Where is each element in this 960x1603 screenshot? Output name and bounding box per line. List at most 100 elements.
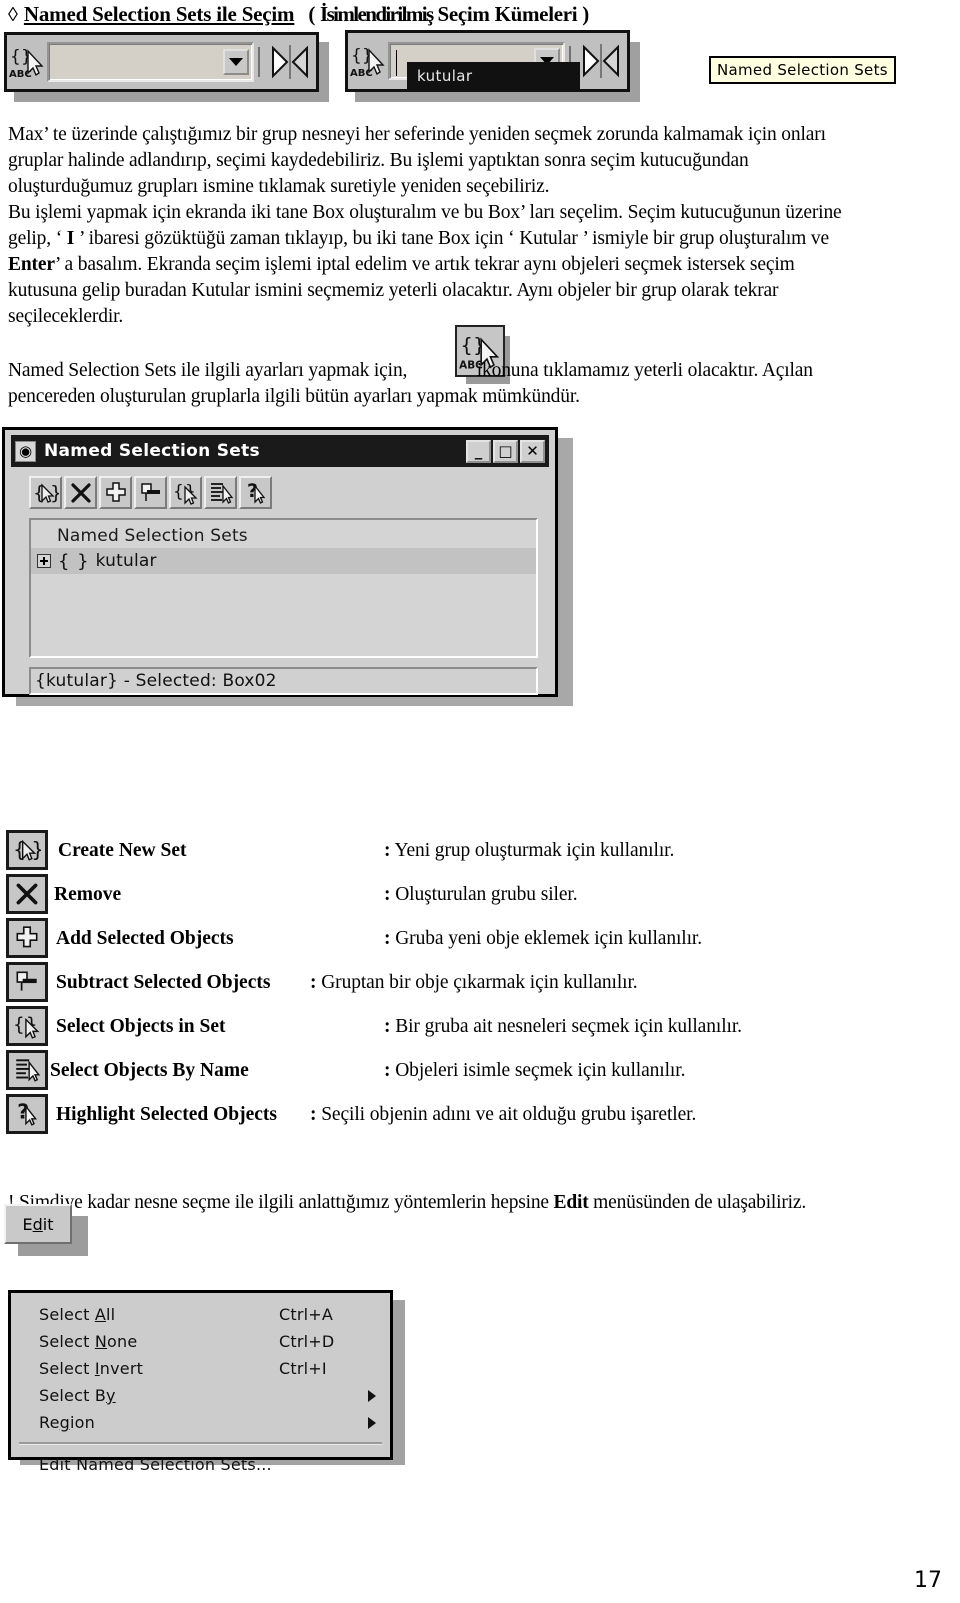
- menu-item-label: Select None: [39, 1332, 138, 1351]
- legend-row-add-selected-objects: Add Selected Objects : Gruba yeni obje e…: [6, 918, 952, 962]
- subtract-minus-icon[interactable]: [6, 962, 48, 1002]
- named-selection-sets-listbox[interactable]: Named Selection Sets { } kutular: [29, 518, 538, 658]
- highlight-selected-objects-button[interactable]: ?: [239, 476, 272, 509]
- mirror-icon-group[interactable]: [254, 42, 316, 82]
- legend-description-text: Gruptan bir obje çıkarmak için kullanılı…: [321, 972, 638, 993]
- subtract-selected-objects-button[interactable]: [134, 476, 167, 509]
- menu-item-label: Region: [39, 1413, 95, 1432]
- footnote-suffix: menüsünden de ulaşabiliriz.: [588, 1192, 807, 1213]
- list-item[interactable]: { } kutular: [31, 548, 536, 574]
- legend-colon: :: [384, 1016, 391, 1037]
- paren-text-b: imlendirilmiş: [333, 2, 434, 26]
- steps-seg-0: Bu işlemi yapmak için ekranda iki tane B…: [8, 202, 842, 223]
- dropdown-option-kutular[interactable]: kutular: [417, 67, 472, 85]
- menu-item-select-by[interactable]: Select By: [11, 1382, 390, 1409]
- dialog-toolbar[interactable]: { } { }: [29, 476, 555, 509]
- legend-description-text: Seçili objenin adını ve ait olduğu grubu…: [321, 1104, 697, 1125]
- legend-colon: :: [310, 972, 317, 993]
- menu-separator: [19, 1442, 382, 1445]
- named-selection-sets-toolbar-empty[interactable]: { } ABC: [4, 32, 319, 92]
- create-new-set-icon[interactable]: { }: [6, 830, 48, 870]
- add-selected-objects-button[interactable]: [99, 476, 132, 509]
- named-selection-sets-dialog[interactable]: ◉ Named Selection Sets _ □ ✕ { }: [2, 427, 558, 697]
- legend-colon: :: [384, 928, 391, 949]
- combo-dropdown-button[interactable]: [223, 49, 249, 75]
- menu-item-label: Select By: [39, 1386, 116, 1405]
- legend-description: : Gruptan bir obje çıkarmak için kullanı…: [310, 972, 638, 994]
- close-button[interactable]: ✕: [520, 439, 545, 463]
- legend-row-select-objects-in-set: { } Select Objects in Set : Bir gruba ai…: [6, 1006, 952, 1050]
- edit-menu-button[interactable]: Edit: [4, 1204, 72, 1244]
- menu-item-shortcut: Ctrl+I: [279, 1359, 327, 1378]
- paragraph-settings: Named Selection Sets ile ilgili ayarları…: [8, 358, 952, 410]
- legend-label: Select Objects By Name: [50, 1060, 249, 1081]
- legend-colon: :: [384, 1060, 391, 1081]
- named-selection-sets-icon[interactable]: { } ABC: [7, 42, 47, 82]
- maximize-button[interactable]: □: [493, 439, 518, 463]
- steps-seg-6: kutusuna gelip buradan Kutular ismini se…: [8, 280, 779, 301]
- menu-item-label: Select All: [39, 1305, 116, 1324]
- legend-row-highlight-selected-objects: ? Highlight Selected Objects : Seçili ob…: [6, 1094, 952, 1138]
- named-selection-sets-icon[interactable]: { } ABC: [348, 41, 388, 81]
- legend-colon: :: [384, 840, 391, 861]
- legend-label: Remove: [54, 884, 122, 905]
- paren-open: (: [308, 2, 316, 26]
- page-number: 17: [914, 1568, 942, 1593]
- mirror-icon: [271, 45, 308, 79]
- select-by-name-icon[interactable]: [6, 1050, 48, 1090]
- page-title: ◊ Named Selection Sets ile Seçim ( İsiml…: [8, 2, 952, 32]
- legend-row-create-new-set: { } Create New Set : Yeni grup oluşturma…: [6, 830, 952, 874]
- submenu-arrow-icon: [368, 1389, 376, 1402]
- menu-item-label: Select Invert: [39, 1359, 144, 1378]
- add-plus-icon[interactable]: [6, 918, 48, 958]
- legend-description: : Oluşturulan grubu siler.: [384, 884, 578, 906]
- steps-seg-1: gelip, ‘: [8, 228, 67, 249]
- legend-row-select-objects-by-name: Select Objects By Name : Objeleri isimle…: [6, 1050, 952, 1094]
- select-objects-in-set-icon[interactable]: { }: [6, 1006, 48, 1046]
- create-new-set-button[interactable]: { }: [29, 476, 62, 509]
- tree-expand-icon[interactable]: [37, 554, 51, 568]
- legend-label: Select Objects in Set: [56, 1016, 226, 1037]
- paragraph-steps: Bu işlemi yapmak için ekranda iki tane B…: [8, 200, 952, 330]
- diamond-bullet-icon: ◊: [8, 4, 18, 26]
- selection-set-dropdown-list[interactable]: kutular: [407, 62, 580, 90]
- remove-x-icon[interactable]: [6, 874, 48, 914]
- legend-description: : Yeni grup oluşturmak için kullanılır.: [384, 840, 674, 862]
- steps-seg-7: seçileceklerdir.: [8, 306, 124, 327]
- minimize-button[interactable]: _: [466, 439, 491, 463]
- highlight-question-icon[interactable]: ?: [6, 1094, 48, 1134]
- edit-dropdown-menu[interactable]: Select All Ctrl+A Select None Ctrl+D Sel…: [8, 1290, 393, 1474]
- legend-label: Create New Set: [58, 840, 187, 861]
- legend-description: : Gruba yeni obje eklemek için kullanılı…: [384, 928, 702, 950]
- legend-description: : Objeleri isimle seçmek için kullanılır…: [384, 1060, 685, 1082]
- legend-colon: :: [310, 1104, 317, 1125]
- legend-colon: :: [384, 884, 391, 905]
- window-buttons[interactable]: _ □ ✕: [466, 439, 545, 463]
- menu-item-edit-named-selection-sets[interactable]: Edit Named Selection Sets...: [11, 1451, 390, 1478]
- settings-text-after-icon: ikonuna tıklamamız yeterli olacaktır. Aç…: [476, 360, 813, 381]
- legend-description-text: Oluşturulan grubu siler.: [395, 884, 578, 905]
- selection-set-combo-empty[interactable]: [47, 42, 254, 82]
- legend-description: : Bir gruba ait nesneleri seçmek için ku…: [384, 1016, 742, 1038]
- max-logo-icon[interactable]: ◉: [15, 440, 36, 462]
- footnote-prefix: ! Şimdiye kadar nesne seçme ile ilgili a…: [8, 1192, 554, 1213]
- menu-item-select-all[interactable]: Select All Ctrl+A: [11, 1301, 390, 1328]
- svg-text:}: }: [31, 837, 41, 861]
- page-title-parenthetical: ( İsimlendirilmiş Seçim Kümeleri ): [308, 2, 589, 27]
- dialog-statusbar: {kutular} - Selected: Box02: [29, 667, 538, 695]
- select-objects-in-set-button[interactable]: { }: [169, 476, 202, 509]
- svg-text:{: {: [351, 46, 362, 66]
- paren-text-a: İs: [320, 2, 335, 26]
- svg-text:{: {: [460, 334, 473, 357]
- remove-button[interactable]: [64, 476, 97, 509]
- menu-item-select-invert[interactable]: Select Invert Ctrl+I: [11, 1355, 390, 1382]
- menu-item-label: Edit Named Selection Sets...: [39, 1455, 272, 1474]
- menu-item-shortcut: Ctrl+A: [279, 1305, 334, 1324]
- toolbar-divider: [257, 47, 260, 77]
- steps-seg-5: ’ a basalım. Ekranda seçim işlemi iptal …: [54, 254, 795, 275]
- paragraph-intro-line-1: Max’ te üzerinde çalıştığımız bir grup n…: [8, 124, 826, 145]
- dialog-titlebar[interactable]: ◉ Named Selection Sets _ □ ✕: [11, 435, 549, 467]
- select-objects-by-name-button[interactable]: [204, 476, 237, 509]
- menu-item-region[interactable]: Region: [11, 1409, 390, 1436]
- menu-item-select-none[interactable]: Select None Ctrl+D: [11, 1328, 390, 1355]
